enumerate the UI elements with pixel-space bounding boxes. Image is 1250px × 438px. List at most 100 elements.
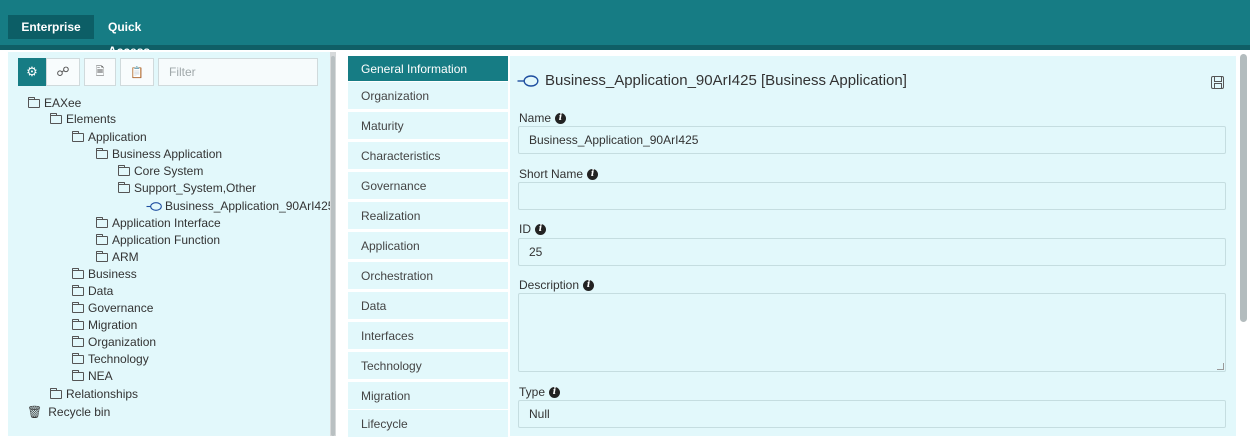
folder-icon [72,268,84,279]
nav-general-information[interactable]: General Information [348,56,508,82]
folder-icon [96,217,108,228]
type-field[interactable]: Null [518,400,1226,428]
tree-item-label: Application Interface [112,216,221,230]
folder-icon [72,285,84,296]
nav-governance[interactable]: Governance [348,172,508,200]
name-field[interactable]: Business_Application_90ArI425 [518,126,1226,154]
toolbar-clipboard-button[interactable]: 📋 [120,58,154,86]
tree-item-application[interactable]: Application [72,129,147,146]
application-icon [146,202,162,211]
nav-technology[interactable]: Technology [348,352,508,380]
nav-migration[interactable]: Migration [348,382,508,410]
info-icon[interactable]: i [583,279,595,291]
tree-item-label: EAXee [44,96,82,110]
id-label-text: ID [519,222,531,236]
type-label-text: Type [519,385,546,399]
nav-organization[interactable]: Organization [348,82,508,110]
folder-icon [96,148,108,159]
save-icon[interactable] [1211,76,1224,89]
id-field[interactable]: 25 [518,238,1226,266]
tree-item-application-function[interactable]: Application Function [96,232,220,249]
resize-handle-icon[interactable] [1217,363,1224,370]
folder-icon [72,370,84,381]
filter-input[interactable] [158,58,318,86]
tree-item-relationships[interactable]: Relationships [50,386,138,403]
tree-item-label: Technology [88,352,149,366]
toolbar-relations-button[interactable]: ☍ [46,58,80,86]
tree-item-label: Support_System,Other [134,181,257,195]
type-label: Type i [519,385,561,399]
nav-data[interactable]: Data [348,292,508,320]
link-icon: ☍ [56,64,70,79]
tree-item-eaxee[interactable]: EAXee [28,95,81,112]
document-icon: 🗎 [95,65,105,78]
tree-item-label: Elements [66,112,117,126]
description-field[interactable] [518,293,1226,372]
folder-icon [118,182,130,193]
nav-characteristics[interactable]: Characteristics [348,142,508,170]
folder-icon [72,319,84,330]
tree-item-nea[interactable]: NEA [72,368,113,385]
name-label-text: Name [519,111,552,125]
tree-item-label: Business [88,267,137,281]
nav-orchestration[interactable]: Orchestration [348,262,508,290]
nav-realization[interactable]: Realization [348,202,508,230]
tree-item-core-system[interactable]: Core System [118,163,203,180]
folder-icon [118,165,130,176]
tree-item-support-system[interactable]: Support_System,Other [118,180,256,197]
tree-item-organization[interactable]: Organization [72,334,156,351]
short-name-label: Short Name i [519,167,599,181]
folder-icon [72,302,84,313]
id-label: ID i [519,222,546,236]
nav-interfaces[interactable]: Interfaces [348,322,508,350]
tree-item-label: Governance [88,301,154,315]
folder-icon [96,234,108,245]
tree-item-label: Core System [134,164,204,178]
tree-item-label: Relationships [66,387,139,401]
top-bar-border [0,45,1250,50]
tab-enterprise[interactable]: Enterprise [8,15,94,39]
tree-item-label: Application [88,130,147,144]
tree-item-label: Migration [88,318,138,332]
clipboard-icon: 📋 [130,66,144,79]
splitter-handle[interactable] [331,56,335,436]
folder-icon [96,251,108,262]
description-label-text: Description [519,278,580,292]
tree-item-recycle-bin[interactable]: 🗑 Recycle bin [27,404,110,421]
tree-item-data[interactable]: Data [72,283,113,300]
nav-lifecycle[interactable]: Lifecycle [348,410,508,438]
info-icon[interactable]: i [535,223,546,235]
tree-item-label: Application Function [112,233,221,247]
nav-application[interactable]: Application [348,232,508,260]
tree-item-application-interface[interactable]: Application Interface [96,215,221,232]
application-icon [517,74,539,87]
tree-item-label: NEA [88,369,113,383]
tree-item-migration[interactable]: Migration [72,317,137,334]
name-label: Name i [519,111,567,125]
toolbar-settings-button[interactable]: ⚙ [18,58,46,86]
tree-item-elements[interactable]: Elements [50,111,116,128]
short-name-label-text: Short Name [519,167,584,181]
folder-icon [72,131,84,142]
tree-item-governance[interactable]: Governance [72,300,153,317]
tree-item-technology[interactable]: Technology [72,351,149,368]
folder-icon [50,388,62,399]
folder-icon [28,97,40,108]
nav-maturity[interactable]: Maturity [348,112,508,140]
tree-item-label: Business_Application_90ArI425 [165,199,335,213]
tree-item-label: Recycle bin [48,405,111,419]
short-name-field[interactable] [518,182,1226,210]
info-icon[interactable]: i [555,112,567,124]
toolbar-document-button[interactable]: 🗎 [84,58,116,86]
tree-item-business-application-90ari425[interactable]: Business_Application_90ArI425 [146,198,334,215]
tree-item-business[interactable]: Business [72,266,137,283]
page-title: Business_Application_90ArI425 [Business … [517,72,907,89]
info-icon[interactable]: i [587,168,599,180]
tab-quick-access[interactable]: Quick Access [98,15,188,58]
info-icon[interactable]: i [549,386,561,398]
tree-item-business-application[interactable]: Business Application [96,146,222,163]
scrollbar-thumb[interactable] [1240,54,1247,322]
tree-item-arm[interactable]: ARM [96,249,139,266]
tree-item-label: Business Application [112,147,223,161]
page-title-text: Business_Application_90ArI425 [Business … [545,72,907,89]
